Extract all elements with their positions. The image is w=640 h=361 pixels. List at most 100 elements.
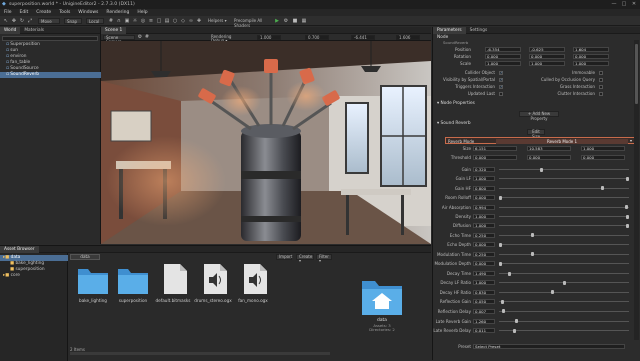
slider-knob[interactable] <box>501 309 505 314</box>
close-button[interactable]: ✕ <box>630 1 638 8</box>
slider-value-field[interactable]: 0.994 <box>473 204 495 210</box>
minimize-button[interactable]: — <box>610 1 618 8</box>
viewport-field-2[interactable]: 0.700 <box>305 35 329 40</box>
slider-value-field[interactable]: 0.011 <box>473 328 495 333</box>
scene-view[interactable] <box>101 41 431 244</box>
build-icon[interactable]: ■ <box>292 18 298 24</box>
slider-knob[interactable] <box>501 299 505 304</box>
triggers-checkbox[interactable]: ✓ <box>499 84 503 89</box>
grid-icon[interactable]: # <box>108 18 114 24</box>
scale-x-field[interactable]: 1.000 <box>485 61 521 66</box>
slider-value-field[interactable]: 0.320 <box>473 167 495 172</box>
slider-value-field[interactable]: 0.800 <box>473 185 495 191</box>
slider-knob[interactable] <box>499 195 502 200</box>
threshold-x-field[interactable]: 0.000 <box>473 155 517 160</box>
slider-track[interactable] <box>499 178 629 180</box>
node-icon[interactable]: ◇ <box>180 18 186 24</box>
slider-knob[interactable] <box>551 290 555 295</box>
play-icon[interactable]: ▶ <box>274 18 280 24</box>
slider-track[interactable] <box>499 273 629 274</box>
reverb-mode-select[interactable]: Reverb Mode 1 <box>496 138 628 144</box>
size-x-field[interactable]: 6.151 <box>473 146 517 151</box>
rotation-y-field[interactable]: 0.000 <box>529 54 565 59</box>
threshold-z-field[interactable]: 0.000 <box>581 155 625 160</box>
slider-value-field[interactable]: 0.250 <box>473 232 495 238</box>
slider-track[interactable] <box>499 263 629 264</box>
helpers-menu[interactable]: Helpers ▾ <box>206 18 232 24</box>
slider-knob[interactable] <box>507 271 511 276</box>
rotation-z-field[interactable]: 0.000 <box>573 54 609 59</box>
box-icon[interactable]: ▤ <box>164 18 170 24</box>
asset-item-audio[interactable] <box>200 263 234 294</box>
asset-tree-item[interactable]: ▸■ core <box>0 273 68 279</box>
options-icon[interactable]: ▦ <box>301 18 307 24</box>
scrollbar-thumb[interactable] <box>635 44 638 104</box>
slider-knob[interactable] <box>626 176 629 181</box>
slider-track[interactable] <box>499 301 629 303</box>
slider-track[interactable] <box>499 216 629 217</box>
threshold-y-field[interactable]: 0.000 <box>527 155 571 160</box>
grass-checkbox[interactable] <box>599 84 603 89</box>
preset-select[interactable]: Select Preset <box>473 344 625 349</box>
grid-toggle-icon[interactable]: # <box>144 34 150 40</box>
menu-windows[interactable]: Windows <box>78 10 98 15</box>
slider-track[interactable] <box>499 310 629 312</box>
tab-settings[interactable]: Settings <box>466 27 492 34</box>
slider-knob[interactable] <box>499 261 502 266</box>
menu-file[interactable]: File <box>4 10 12 15</box>
cube-icon[interactable]: □ <box>156 18 162 24</box>
slider-value-field[interactable]: 0.000 <box>473 242 495 248</box>
slider-value-field[interactable]: 1.260 <box>473 318 495 324</box>
position-z-field[interactable]: 1.604 <box>573 47 609 52</box>
slider-track[interactable] <box>499 197 629 199</box>
maximize-button[interactable]: □ <box>620 1 628 8</box>
slider-value-field[interactable]: 0.007 <box>473 308 495 314</box>
camera-select[interactable]: Scene Camera ▾ <box>103 35 135 43</box>
clutter-checkbox[interactable] <box>599 91 603 96</box>
asset-item-folder[interactable] <box>116 265 150 295</box>
position-y-field[interactable]: -0.625 <box>529 47 565 52</box>
slider-value-field[interactable]: 0.050 <box>473 299 495 305</box>
slider-value-field[interactable]: 0.000 <box>473 261 495 266</box>
sphere-icon[interactable]: ○ <box>172 18 178 24</box>
slider-track[interactable] <box>499 320 629 322</box>
slider-track[interactable] <box>499 234 629 236</box>
select-tool-icon[interactable]: ↖ <box>3 18 9 24</box>
slider-track[interactable] <box>499 206 629 208</box>
world-icon[interactable]: ◎ <box>140 18 146 24</box>
local-select[interactable]: Local <box>86 18 104 24</box>
slider-knob[interactable] <box>515 319 518 324</box>
menu-edit[interactable]: Edit <box>20 10 29 15</box>
sound-reverb-header[interactable]: ▾ Sound Reverb <box>437 120 637 127</box>
slider-track[interactable] <box>499 291 629 293</box>
tab-materials[interactable]: Materials <box>20 27 48 34</box>
scale-tool-icon[interactable]: ⤢ <box>27 18 33 24</box>
reverb-mode-row[interactable]: Reverb Mode Reverb Mode 1 ▾ <box>445 137 635 144</box>
move-mode-select[interactable]: Move <box>38 18 60 24</box>
filter-button[interactable]: Filter ▾ <box>316 254 332 263</box>
magnet-icon[interactable]: ∩ <box>116 18 122 24</box>
camera-icon[interactable]: ▣ <box>124 18 130 24</box>
asset-item-audio[interactable] <box>240 263 274 294</box>
size-z-field[interactable]: 1.000 <box>581 146 625 151</box>
slider-knob[interactable] <box>626 214 629 219</box>
slider-value-field[interactable]: 1.000 <box>473 223 495 229</box>
immovable-checkbox[interactable] <box>599 70 603 75</box>
slider-value-field[interactable]: 1.000 <box>473 280 495 286</box>
import-button[interactable]: Import <box>276 254 292 260</box>
slider-knob[interactable] <box>562 280 566 285</box>
slider-value-field[interactable]: 0.250 <box>473 251 495 257</box>
precompile-shaders-button[interactable]: Precompile All Shaders <box>232 18 278 28</box>
viewport-field-3[interactable]: -6.441 <box>351 35 375 40</box>
asset-item-file[interactable] <box>160 263 194 294</box>
light-icon[interactable]: ☼ <box>132 18 138 24</box>
visibility-checkbox[interactable]: ✓ <box>499 77 503 82</box>
tree-node-selected[interactable]: ▫ SoundReverb <box>0 72 101 78</box>
slider-knob[interactable] <box>499 242 502 247</box>
slider-value-field[interactable]: 0.000 <box>473 195 495 201</box>
slider-value-field[interactable]: 1.000 <box>473 214 495 219</box>
viewport-field-1[interactable]: 1.000 <box>257 35 281 40</box>
move-tool-icon[interactable]: ✥ <box>11 18 17 24</box>
parameters-scrollbar[interactable] <box>634 40 639 340</box>
tab-world[interactable]: World <box>0 26 21 34</box>
